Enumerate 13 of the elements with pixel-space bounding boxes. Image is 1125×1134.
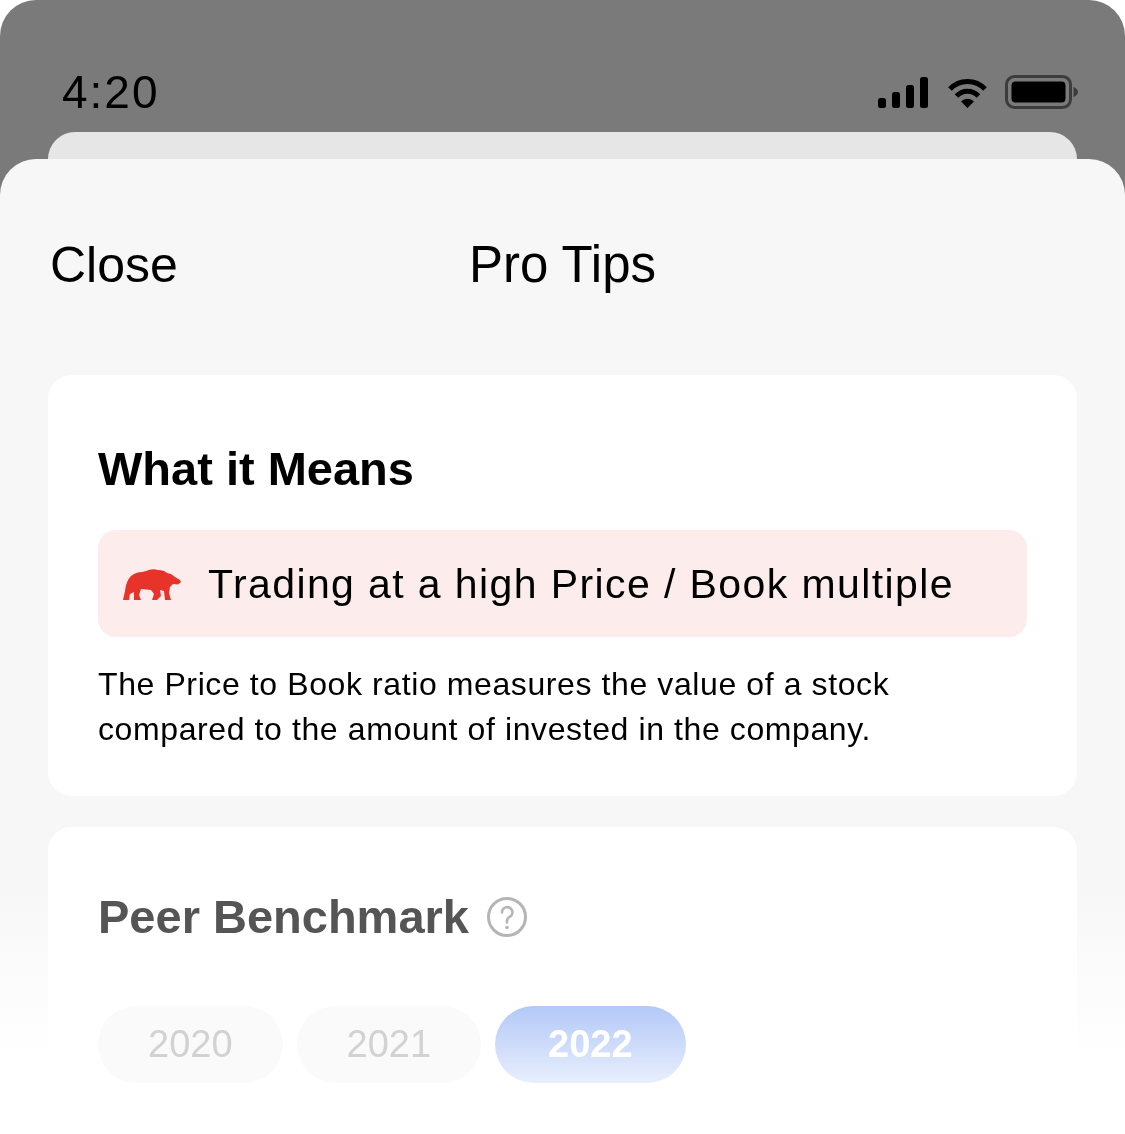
help-icon[interactable] (487, 897, 527, 937)
wifi-icon (945, 76, 990, 108)
sheet-title: Pro Tips (468, 235, 657, 295)
bear-icon (122, 566, 182, 601)
battery-icon (1005, 75, 1078, 109)
year-tab[interactable]: 2022 (495, 1006, 686, 1083)
description-text: The Price to Book ratio measures the value of a stock compared to the amount of invested in the company. (98, 665, 891, 749)
signal-text: Trading at a high Price / Book multiple (208, 559, 954, 608)
card-title: Peer Benchmark (98, 891, 469, 943)
card-title: What it Means (98, 443, 415, 495)
close-button[interactable]: Close (50, 235, 178, 295)
signal-icon (878, 76, 928, 108)
status-time: 4:20 (62, 65, 160, 120)
